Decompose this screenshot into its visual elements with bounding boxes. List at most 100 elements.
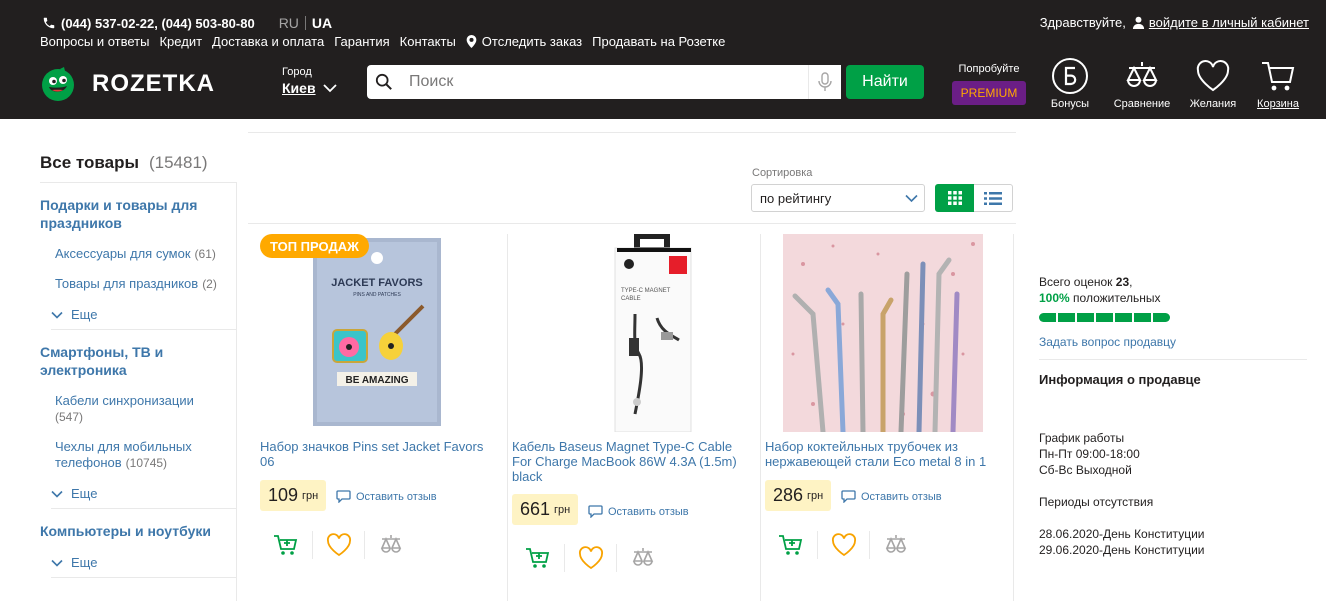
- divider: [1039, 359, 1307, 360]
- nav-delivery[interactable]: Доставка и оплата: [212, 34, 324, 49]
- nav-credit[interactable]: Кредит: [159, 34, 202, 49]
- positive-label: положительных: [1073, 291, 1161, 305]
- review-label: Оставить отзыв: [861, 490, 942, 503]
- sort-select[interactable]: по рейтингу: [751, 184, 925, 212]
- positive-percent: 100%: [1039, 291, 1070, 305]
- product-photo-cable[interactable]: TYPE-C MAGNET CABLE: [525, 234, 725, 432]
- add-to-compare-button[interactable]: [869, 531, 921, 559]
- bonus-button[interactable]: Бонусы: [1040, 57, 1100, 110]
- review-link[interactable]: Оставить отзыв: [588, 505, 689, 518]
- search-button[interactable]: Найти: [846, 65, 924, 99]
- lang-ua-current[interactable]: UA: [312, 15, 332, 31]
- review-link[interactable]: Оставить отзыв: [336, 490, 437, 503]
- review-link[interactable]: Оставить отзыв: [841, 490, 942, 503]
- heart-icon: [1196, 60, 1230, 92]
- add-to-cart-button[interactable]: [512, 544, 564, 572]
- wishlist-button[interactable]: Желания: [1183, 57, 1243, 110]
- price-tag: 109 грн: [260, 480, 327, 511]
- absence-periods: 28.06.2020-День Конституции 29.06.2020-Д…: [1039, 526, 1309, 558]
- add-to-wishlist-button[interactable]: [817, 531, 869, 559]
- nav-faq[interactable]: Вопросы и ответы: [40, 34, 149, 49]
- ask-seller-link[interactable]: Задать вопрос продавцу: [1039, 334, 1309, 350]
- product-card: JACKET FAVORS PINS AND PATCHES BE AMAZIN…: [248, 234, 500, 601]
- absence-title: Периоды отсутствия: [1039, 495, 1154, 509]
- phone-numbers[interactable]: (044) 537-02-22, (044) 503-80-80: [61, 16, 255, 31]
- greeting: Здравствуйте, войдите в личный кабинет: [1040, 15, 1309, 30]
- ratings-count: 23: [1115, 275, 1130, 289]
- login-link[interactable]: войдите в личный кабинет: [1149, 15, 1309, 30]
- add-to-cart-button[interactable]: [260, 531, 312, 559]
- more-computers-button[interactable]: Еще: [51, 555, 236, 578]
- product-photo-pins[interactable]: JACKET FAVORS PINS AND PATCHES BE AMAZIN…: [273, 234, 473, 432]
- location-pin-icon: [466, 35, 477, 48]
- city-value: Киев: [282, 80, 316, 96]
- city-selector[interactable]: Город Киев: [282, 66, 337, 96]
- search-icon: [375, 73, 392, 90]
- category-electronics[interactable]: Смартфоны, ТВ и электроника: [40, 343, 236, 379]
- divider: [248, 223, 1016, 224]
- cart-button[interactable]: Корзина: [1248, 57, 1308, 110]
- subcategory-label: Чехлы для мобильных телефонов: [55, 439, 192, 470]
- nav-track-order-label: Отследить заказ: [481, 34, 583, 49]
- chevron-down-icon: [51, 311, 63, 319]
- product-image: JACKET FAVORS PINS AND PATCHES BE AMAZIN…: [273, 234, 473, 432]
- nav-track-order[interactable]: Отследить заказ: [466, 34, 582, 49]
- chevron-down-icon: [322, 84, 337, 93]
- add-to-compare-button[interactable]: [364, 531, 416, 559]
- premium-promo[interactable]: Попробуйте PREMIUM: [952, 63, 1026, 105]
- chevron-down-icon: [905, 194, 918, 203]
- subcategory-bag-accessories[interactable]: Аксессуары для сумок (61): [55, 246, 236, 262]
- comment-icon: [841, 490, 856, 503]
- subcategory-count: (61): [194, 247, 216, 261]
- greeting-text: Здравствуйте,: [1039, 15, 1126, 30]
- search-box: [367, 65, 841, 99]
- category-computers[interactable]: Компьютеры и ноутбуки: [40, 522, 236, 540]
- list-view-button[interactable]: [974, 184, 1013, 212]
- subcategory-phone-cases[interactable]: Чехлы для мобильных телефонов (10745): [55, 439, 236, 471]
- product-title[interactable]: Набор значков Pins set Jacket Favors 06: [260, 439, 492, 469]
- chevron-down-icon: [51, 559, 63, 567]
- review-label: Оставить отзыв: [608, 505, 689, 518]
- top-nav: Вопросы и ответы Кредит Доставка и оплат…: [40, 34, 735, 49]
- nav-sell[interactable]: Продавать на Розетке: [592, 34, 725, 49]
- svg-text:PINS AND PATCHES: PINS AND PATCHES: [353, 292, 401, 298]
- more-label: Еще: [71, 486, 98, 501]
- divider: [248, 132, 1016, 133]
- add-to-wishlist-button[interactable]: [312, 531, 364, 559]
- add-to-compare-button[interactable]: [616, 544, 668, 572]
- lang-ru-link[interactable]: RU: [279, 15, 299, 31]
- subcategory-holiday-goods[interactable]: Товары для праздников (2): [55, 276, 236, 292]
- nav-contacts[interactable]: Контакты: [400, 34, 456, 49]
- add-to-cart-button[interactable]: [765, 531, 817, 559]
- nav-warranty[interactable]: Гарантия: [334, 34, 389, 49]
- absence-period: 28.06.2020-День Конституции: [1039, 527, 1205, 541]
- price-currency: грн: [302, 489, 319, 502]
- grid-icon: [947, 191, 962, 205]
- subcategory-label: Товары для праздников: [55, 276, 199, 291]
- more-electronics-button[interactable]: Еще: [51, 486, 236, 509]
- subcategory-sync-cables[interactable]: Кабели синхронизации (547): [55, 393, 236, 425]
- contact-line: (044) 537-02-22, (044) 503-80-80 RU UA: [42, 15, 332, 31]
- heart-icon: [326, 533, 351, 557]
- city-caption: Город: [282, 66, 312, 78]
- wishlist-label: Желания: [1189, 98, 1237, 110]
- more-gifts-button[interactable]: Еще: [51, 307, 236, 330]
- add-to-wishlist-button[interactable]: [564, 544, 616, 572]
- compare-button[interactable]: Сравнение: [1112, 57, 1172, 110]
- review-label: Оставить отзыв: [356, 490, 437, 503]
- grid-view-button[interactable]: [935, 184, 974, 212]
- search-input[interactable]: [409, 66, 808, 98]
- compare-label: Сравнение: [1113, 98, 1171, 110]
- cart-icon: [1262, 62, 1295, 91]
- schedule-weekdays: Пн-Пт 09:00-18:00: [1039, 447, 1140, 461]
- product-title[interactable]: Набор коктейльных трубочек из нержавеюще…: [765, 439, 997, 469]
- microphone-icon[interactable]: [809, 72, 841, 92]
- product-actions: [512, 544, 668, 572]
- seller-info-title: Информация о продавце: [1039, 372, 1201, 387]
- positive-share: 100% положительных: [1039, 290, 1309, 306]
- category-gifts[interactable]: Подарки и товары для праздников: [40, 196, 236, 232]
- product-photo-straws[interactable]: [783, 234, 983, 432]
- product-title[interactable]: Кабель Baseus Magnet Type-C Cable For Ch…: [512, 439, 744, 484]
- comment-icon: [588, 505, 603, 518]
- logo[interactable]: ROZETKA: [40, 66, 215, 102]
